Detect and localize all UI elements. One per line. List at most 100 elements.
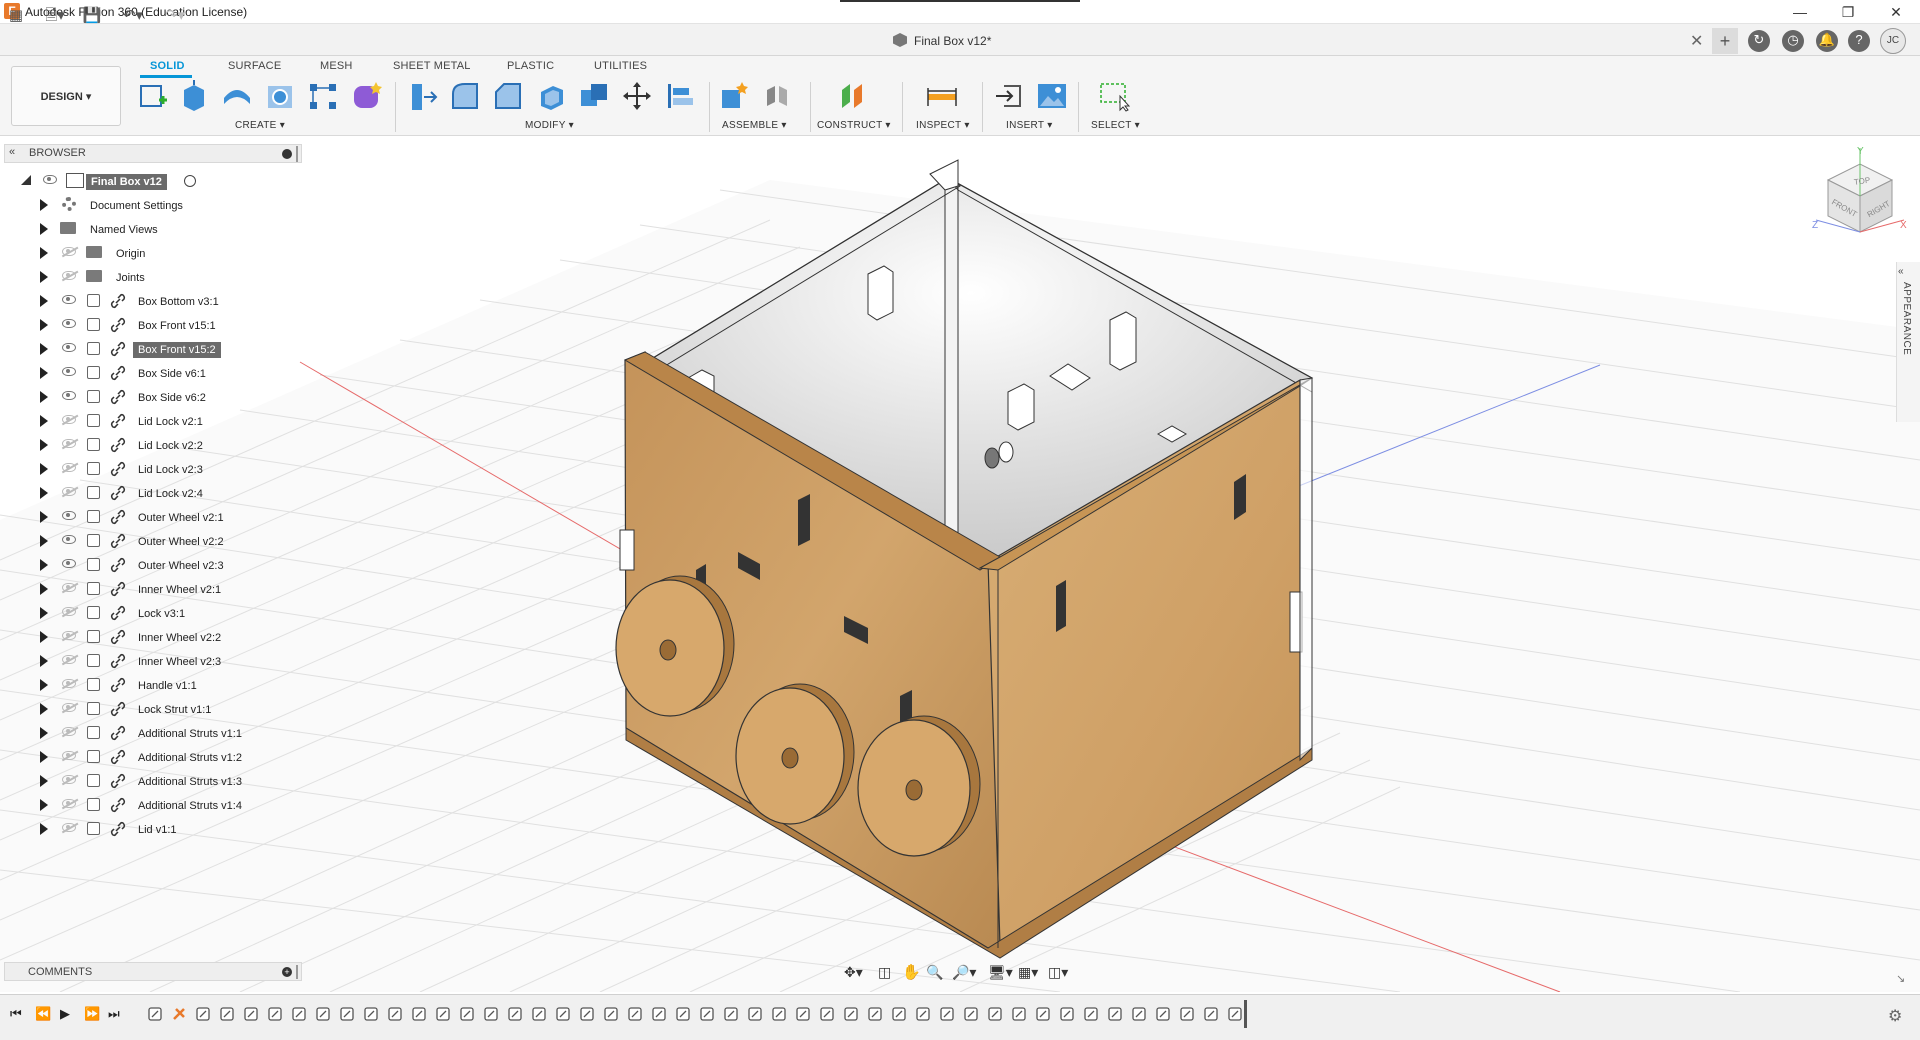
expand-arrow-icon[interactable] xyxy=(40,415,48,427)
timeline-feature-icon[interactable] xyxy=(410,1005,428,1023)
timeline-settings-gear-icon[interactable]: ⚙ xyxy=(1888,1006,1902,1026)
visibility-eye-icon[interactable] xyxy=(62,559,76,568)
fit-icon[interactable]: 🔎▾ xyxy=(952,964,976,981)
timeline-feature-icon[interactable] xyxy=(242,1005,260,1023)
browser-component-label[interactable]: Lock v3:1 xyxy=(133,606,190,622)
assemble-group-label[interactable]: ASSEMBLE ▾ xyxy=(722,120,787,131)
browser-component-label[interactable]: Box Side v6:2 xyxy=(133,390,211,406)
timeline-feature-icon[interactable] xyxy=(1154,1005,1172,1023)
timeline-feature-icon[interactable] xyxy=(890,1005,908,1023)
app-grid-icon[interactable]: ▦ xyxy=(6,6,26,26)
visibility-eye-icon[interactable] xyxy=(62,751,76,760)
collapse-chevron-icon[interactable]: « xyxy=(1898,266,1904,277)
timeline-feature-icon[interactable] xyxy=(698,1005,716,1023)
display-settings-icon[interactable]: 🖥▾ xyxy=(988,964,1013,981)
expand-arrow-icon[interactable] xyxy=(40,535,48,547)
timeline-feature-icon[interactable] xyxy=(1082,1005,1100,1023)
outer-wheel-1[interactable] xyxy=(615,575,735,717)
browser-component-row[interactable]: Additional Struts v1:3 xyxy=(0,769,300,793)
browser-folder-row[interactable]: Joints xyxy=(0,265,300,289)
timeline-feature-icon[interactable] xyxy=(314,1005,332,1023)
extensions-icon[interactable]: ↻ xyxy=(1748,30,1770,52)
timeline-feature-icon[interactable] xyxy=(722,1005,740,1023)
browser-collapse-icon[interactable]: « xyxy=(9,146,15,158)
timeline-marker[interactable] xyxy=(1244,1000,1247,1028)
browser-component-label[interactable]: Lid Lock v2:3 xyxy=(133,462,208,478)
visibility-eye-icon[interactable] xyxy=(62,655,76,664)
redo-icon[interactable]: ↷▾ xyxy=(158,6,192,26)
browser-component-row[interactable]: Lid Lock v2:4 xyxy=(0,481,300,505)
notifications-icon[interactable]: 🔔 xyxy=(1816,30,1838,52)
timeline-feature-icon[interactable] xyxy=(338,1005,356,1023)
insert-group-label[interactable]: INSERT ▾ xyxy=(1006,120,1053,131)
create-group-label[interactable]: CREATE ▾ xyxy=(235,120,285,131)
timeline-prev-icon[interactable]: ⏪ xyxy=(35,1006,51,1022)
add-comment-icon[interactable]: + xyxy=(282,967,292,977)
timeline-feature-icon[interactable] xyxy=(1034,1005,1052,1023)
timeline-feature-icon[interactable] xyxy=(506,1005,524,1023)
joint-icon[interactable] xyxy=(761,80,793,112)
timeline-feature-icon[interactable] xyxy=(266,1005,284,1023)
tab-solid[interactable]: SOLID xyxy=(150,60,185,72)
collapse-arrow-icon[interactable] xyxy=(21,175,31,185)
timeline-feature-icon[interactable] xyxy=(962,1005,980,1023)
browser-folder-label[interactable]: Origin xyxy=(111,246,150,262)
browser-component-label[interactable]: Box Side v6:1 xyxy=(133,366,211,382)
visibility-eye-icon[interactable] xyxy=(62,319,76,328)
visibility-eye-icon[interactable] xyxy=(62,727,76,736)
save-icon[interactable]: 💾 xyxy=(82,6,102,26)
activate-radio-icon[interactable] xyxy=(184,175,196,187)
browser-component-row[interactable]: Lid v1:1 xyxy=(0,817,300,841)
insert-canvas-icon[interactable] xyxy=(1036,80,1068,112)
browser-component-label[interactable]: Inner Wheel v2:3 xyxy=(133,654,226,670)
timeline-feature-icon[interactable] xyxy=(1178,1005,1196,1023)
timeline-feature-icon[interactable] xyxy=(1226,1005,1244,1023)
timeline-feature-icon[interactable] xyxy=(938,1005,956,1023)
expand-arrow-icon[interactable] xyxy=(40,775,48,787)
expand-arrow-icon[interactable] xyxy=(40,391,48,403)
timeline-feature-icon[interactable] xyxy=(554,1005,572,1023)
visibility-eye-icon[interactable] xyxy=(62,415,76,424)
browser-component-label[interactable]: Box Bottom v3:1 xyxy=(133,294,224,310)
timeline-feature-icon[interactable] xyxy=(482,1005,500,1023)
timeline-feature-icon[interactable] xyxy=(218,1005,236,1023)
minimize-icon[interactable]: — xyxy=(1778,0,1822,24)
browser-component-row[interactable]: Additional Struts v1:2 xyxy=(0,745,300,769)
timeline-feature-icon[interactable] xyxy=(530,1005,548,1023)
timeline-feature-icon[interactable] xyxy=(626,1005,644,1023)
close-window-icon[interactable]: ✕ xyxy=(1874,0,1918,24)
expand-arrow-icon[interactable] xyxy=(40,271,48,283)
visibility-eye-icon[interactable] xyxy=(62,799,76,808)
new-component-icon[interactable] xyxy=(718,80,750,112)
browser-component-label[interactable]: Outer Wheel v2:2 xyxy=(133,534,229,550)
browser-component-label[interactable]: Additional Struts v1:3 xyxy=(133,774,247,790)
visibility-eye-icon[interactable] xyxy=(62,631,76,640)
browser-component-row[interactable]: Outer Wheel v2:3 xyxy=(0,553,300,577)
move-copy-icon[interactable] xyxy=(621,80,653,112)
browser-component-row[interactable]: Box Bottom v3:1 xyxy=(0,289,300,313)
expand-arrow-icon[interactable] xyxy=(40,607,48,619)
browser-component-label[interactable]: Inner Wheel v2:1 xyxy=(133,582,226,598)
close-tab-icon[interactable]: ✕ xyxy=(1690,31,1703,51)
browser-folder-row[interactable]: Document Settings xyxy=(0,193,300,217)
browser-component-label[interactable]: Lid Lock v2:2 xyxy=(133,438,208,454)
timeline-feature-icon[interactable] xyxy=(914,1005,932,1023)
timeline-feature-icon[interactable] xyxy=(866,1005,884,1023)
revolve-icon[interactable] xyxy=(221,80,253,112)
browser-component-row[interactable]: Additional Struts v1:1 xyxy=(0,721,300,745)
timeline-feature-icon[interactable] xyxy=(818,1005,836,1023)
visibility-eye-icon[interactable] xyxy=(62,679,76,688)
browser-component-label[interactable]: Lid Lock v2:1 xyxy=(133,414,208,430)
resize-handle-icon[interactable]: ↘ xyxy=(1896,972,1905,985)
timeline-feature-icon[interactable] xyxy=(146,1005,164,1023)
job-status-icon[interactable]: ◷ xyxy=(1782,30,1804,52)
workspace-switcher[interactable]: DESIGN ▾ xyxy=(11,66,121,126)
expand-arrow-icon[interactable] xyxy=(40,487,48,499)
viewcube[interactable]: TOP FRONT RIGHT Y X Z xyxy=(1810,144,1910,244)
expand-arrow-icon[interactable] xyxy=(40,799,48,811)
timeline-feature-icon[interactable] xyxy=(290,1005,308,1023)
timeline-play-icon[interactable]: ▶ xyxy=(60,1006,70,1022)
browser-component-row[interactable]: Lid Lock v2:1 xyxy=(0,409,300,433)
timeline-joint-icon[interactable] xyxy=(170,1005,188,1023)
expand-arrow-icon[interactable] xyxy=(40,631,48,643)
